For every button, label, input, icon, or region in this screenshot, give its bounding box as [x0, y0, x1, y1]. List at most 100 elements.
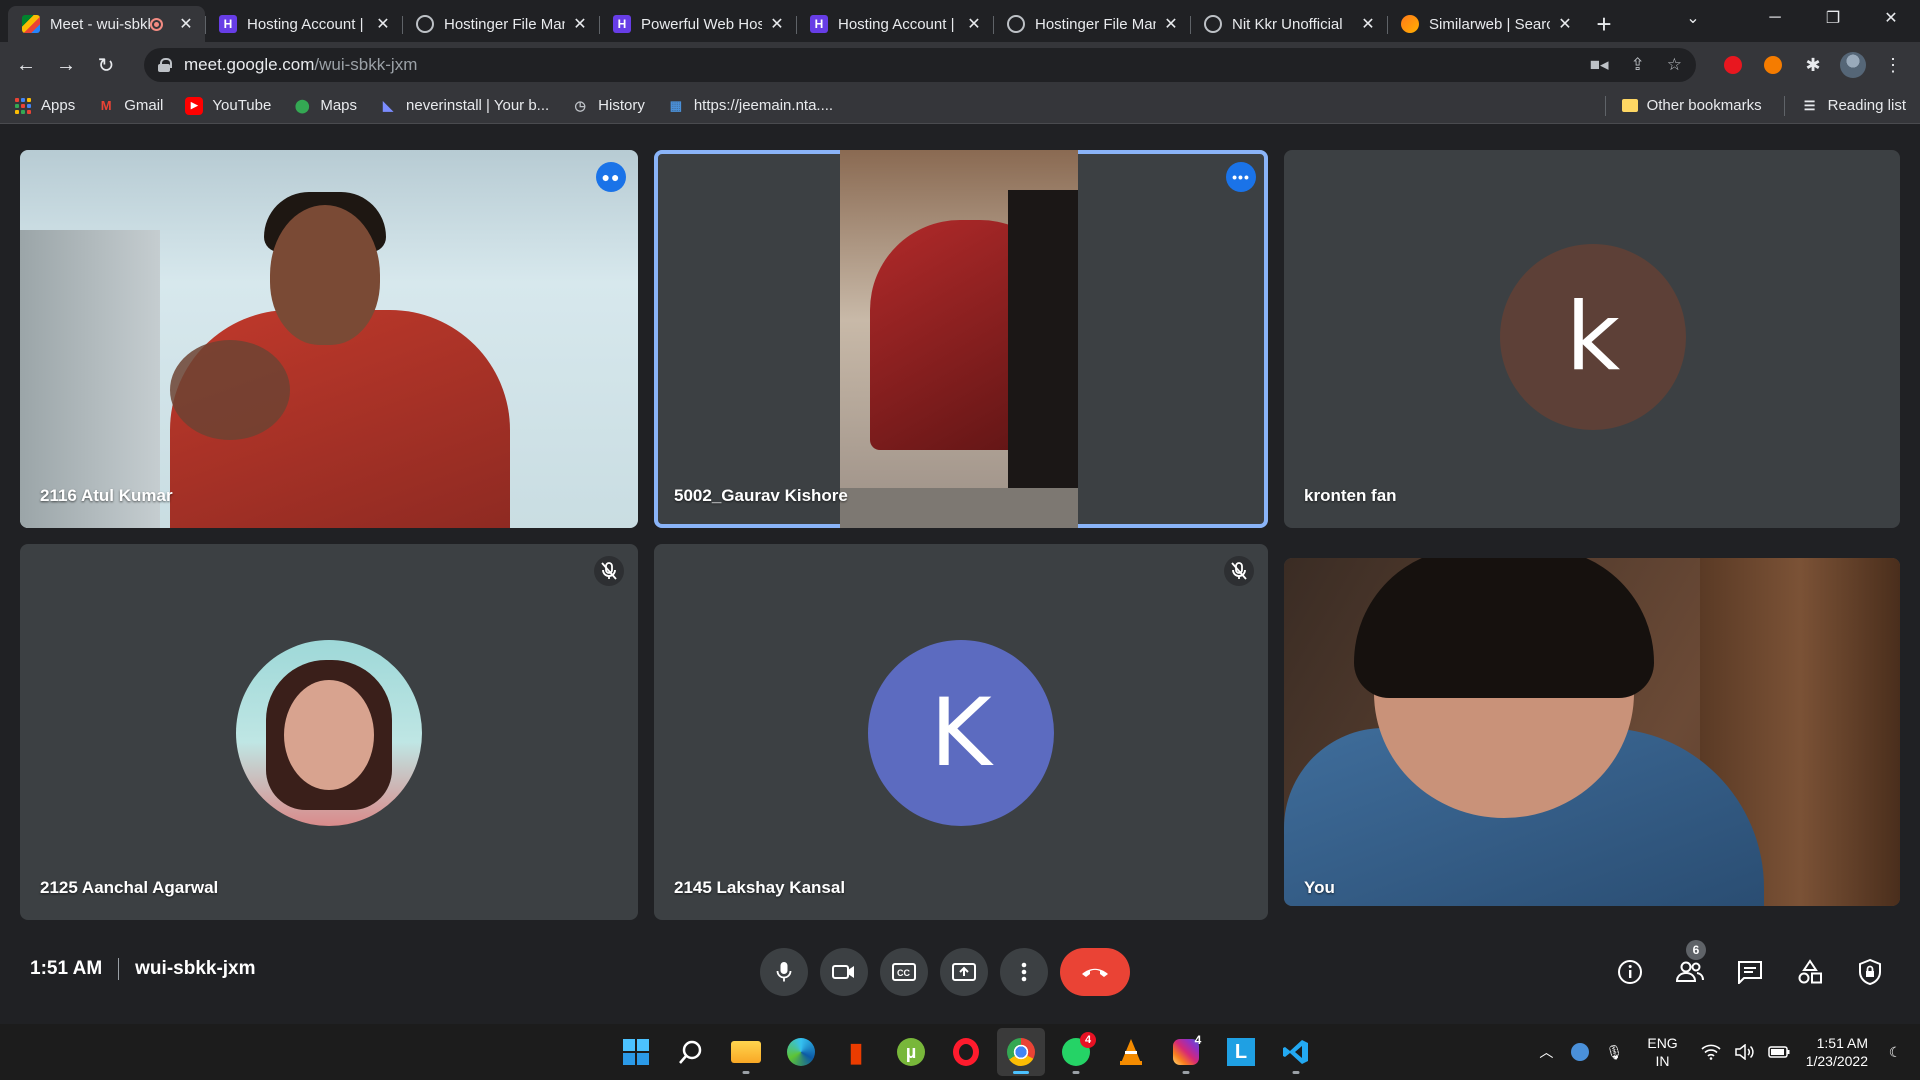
battery-icon[interactable] [1767, 1041, 1790, 1063]
bookmark-history[interactable]: ◷ History [571, 97, 645, 115]
captions-button[interactable]: CC [880, 948, 928, 996]
participant-tile[interactable]: ●● 2116 Atul Kumar [20, 150, 638, 528]
lightshot-icon[interactable]: L [1217, 1028, 1265, 1076]
bookmark-maps[interactable]: ⬤ Maps [293, 97, 357, 115]
meeting-side-controls: 6 [1610, 940, 1890, 994]
chevron-up-icon[interactable]: ︿ [1535, 1041, 1557, 1063]
clock-app-icon[interactable] [1569, 1041, 1591, 1063]
file-explorer-icon[interactable] [722, 1028, 770, 1076]
camera-icon[interactable]: ■◂ [1590, 55, 1609, 75]
chrome-icon[interactable] [997, 1028, 1045, 1076]
close-tab-icon[interactable]: ✕ [1556, 14, 1574, 34]
opera-icon[interactable] [942, 1028, 990, 1076]
focus-assist-moon-icon[interactable]: ☾ [1884, 1041, 1906, 1063]
utorrent-icon[interactable]: µ [887, 1028, 935, 1076]
reload-button[interactable]: ↻ [90, 49, 122, 81]
minimize-button[interactable]: ─ [1746, 0, 1804, 36]
office-icon[interactable]: ▮ [832, 1028, 880, 1076]
new-tab-button[interactable]: + [1584, 6, 1624, 42]
tab-title: Similarweb | Search [1429, 15, 1550, 33]
tab-meet[interactable]: Meet - wui-sbkk-jxm ✕ [8, 6, 205, 42]
tab-hosting-account-2[interactable]: H Hosting Account | Hostinger ✕ [796, 6, 993, 42]
tab-title: Nit Kkr Unofficial [1232, 15, 1343, 33]
profile-avatar[interactable] [1836, 48, 1870, 82]
reading-list[interactable]: ☰ Reading list [1801, 97, 1906, 115]
leave-call-button[interactable] [1060, 948, 1130, 996]
bookmark-neverinstall[interactable]: ◣ neverinstall | Your b... [379, 97, 549, 115]
close-tab-icon[interactable]: ✕ [177, 14, 195, 34]
meeting-details-button[interactable] [1610, 950, 1650, 994]
system-tray: ︿ 🎙︎ ENG IN 1:51 AM 1/23/2022 ☾ [1535, 1024, 1906, 1080]
participant-tile[interactable]: k kronten fan [1284, 150, 1900, 528]
close-tab-icon[interactable]: ✕ [965, 14, 983, 34]
forward-button[interactable]: → [50, 49, 82, 81]
close-tab-icon[interactable]: ✕ [1162, 14, 1180, 34]
microphone-tray-icon[interactable]: 🎙︎ [1603, 1041, 1625, 1063]
close-tab-icon[interactable]: ✕ [374, 14, 392, 34]
language-code: ENG [1647, 1035, 1678, 1051]
lock-icon[interactable] [158, 58, 172, 72]
bookmark-gmail[interactable]: M Gmail [97, 97, 164, 115]
chat-button[interactable] [1730, 950, 1770, 994]
restore-button[interactable]: ❐ [1804, 0, 1862, 36]
nta-icon: ▦ [669, 97, 682, 113]
tab-hosting-account[interactable]: H Hosting Account | Hostinger ✕ [205, 6, 402, 42]
tab-nit-kkr[interactable]: Nit Kkr Unofficial ✕ [1190, 6, 1387, 42]
other-bookmarks[interactable]: Other bookmarks [1621, 97, 1762, 114]
input-language[interactable]: ENG IN [1647, 1034, 1677, 1070]
close-tab-icon[interactable]: ✕ [571, 14, 589, 34]
participant-tile[interactable]: 2125 Aanchal Agarwal [20, 544, 638, 920]
vlc-icon[interactable] [1107, 1028, 1155, 1076]
divider [118, 958, 120, 980]
extensions-puzzle-icon[interactable]: ✱ [1796, 48, 1830, 82]
mic-off-icon [1224, 556, 1254, 586]
more-options-icon[interactable]: ••• [1226, 162, 1256, 192]
chrome-menu-icon[interactable]: ⋮ [1876, 48, 1910, 82]
tab-hostinger-file-manager[interactable]: Hostinger File Manager ✕ [402, 6, 599, 42]
tab-title: Meet - wui-sbkk-jxm [50, 15, 150, 33]
search-icon[interactable] [667, 1028, 715, 1076]
more-options-button[interactable] [1000, 948, 1048, 996]
hostinger-icon: H [810, 15, 828, 33]
globe-icon [416, 15, 434, 33]
bookmarks-bar: Apps M Gmail ▶ YouTube ⬤ Maps ◣ neverins… [0, 88, 1920, 124]
history-icon: ◷ [574, 97, 586, 113]
close-tab-icon[interactable]: ✕ [768, 14, 786, 34]
self-view-tile[interactable]: You [1284, 558, 1900, 906]
address-bar[interactable]: meet.google.com/wui-sbkk-jxm ■◂ ⇪ ☆ [144, 48, 1696, 82]
close-window-button[interactable]: ✕ [1862, 0, 1920, 36]
microphone-button[interactable] [760, 948, 808, 996]
host-controls-button[interactable] [1850, 950, 1890, 994]
activities-button[interactable] [1790, 950, 1830, 994]
instagram-icon[interactable]: 4 [1162, 1028, 1210, 1076]
bookmark-apps[interactable]: Apps [14, 97, 75, 115]
tab-powerful-web-hosting[interactable]: H Powerful Web Hosting ✕ [599, 6, 796, 42]
participant-tile[interactable]: K 2145 Lakshay Kansal [654, 544, 1268, 920]
back-button[interactable]: ← [10, 49, 42, 81]
info-icon [1618, 960, 1642, 984]
share-icon[interactable]: ⇪ [1631, 55, 1645, 75]
start-icon[interactable] [612, 1028, 660, 1076]
participant-tile[interactable]: ••• 5002_Gaurav Kishore [654, 150, 1268, 528]
camera-button[interactable] [820, 948, 868, 996]
vscode-icon[interactable] [1272, 1028, 1320, 1076]
tab-similarweb[interactable]: Similarweb | Search ✕ [1387, 6, 1584, 42]
edge-icon[interactable] [777, 1028, 825, 1076]
extension-adblock-icon[interactable] [1716, 48, 1750, 82]
tab-hostinger-file-manager-2[interactable]: Hostinger File Manager ✕ [993, 6, 1190, 42]
volume-icon[interactable] [1734, 1041, 1756, 1063]
close-tab-icon[interactable]: ✕ [1359, 14, 1377, 34]
people-button[interactable]: 6 [1670, 940, 1710, 994]
extension-fire-icon[interactable] [1756, 48, 1790, 82]
hostinger-icon: H [613, 15, 631, 33]
wifi-icon[interactable] [1700, 1041, 1722, 1063]
bookmark-jeemain[interactable]: ▦ https://jeemain.nta.... [667, 97, 833, 115]
taskbar-clock[interactable]: 1:51 AM 1/23/2022 [1806, 1034, 1868, 1070]
tab-search-icon[interactable]: ⌄ [1670, 0, 1716, 36]
avatar-initial: k [1565, 282, 1621, 392]
present-screen-icon [952, 963, 976, 981]
bookmark-star-icon[interactable]: ☆ [1667, 55, 1682, 75]
whatsapp-icon[interactable]: 4 [1052, 1028, 1100, 1076]
bookmark-youtube[interactable]: ▶ YouTube [185, 96, 271, 115]
present-screen-button[interactable] [940, 948, 988, 996]
